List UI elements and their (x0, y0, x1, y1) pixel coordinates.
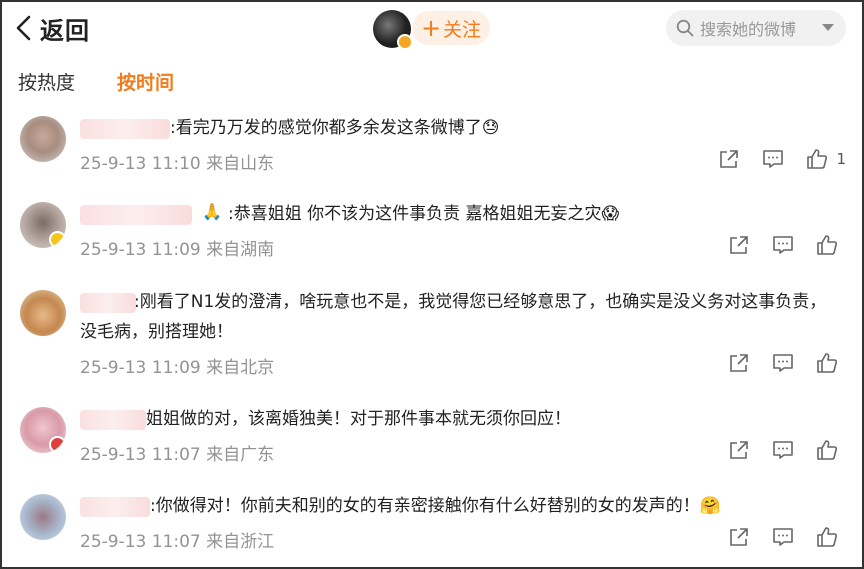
search-icon (676, 19, 694, 37)
like-icon (817, 440, 838, 460)
username-redacted[interactable] (80, 410, 146, 430)
username-redacted[interactable] (80, 205, 192, 225)
share-button[interactable] (728, 526, 750, 548)
comment-meta: 25-9-13 11:09 来自湖南 (80, 240, 275, 260)
like-icon (817, 353, 838, 373)
comment-actions (728, 352, 846, 374)
comment-text: :恭喜姐姐 你不该为这件事负责 嘉格姐姐无妄之灾😱 (228, 204, 620, 224)
search-box[interactable]: 搜索她的微博 (666, 10, 846, 46)
share-icon (720, 150, 739, 168)
comment-meta: 25-9-13 11:07 来自广东 (80, 445, 275, 465)
like-count: 1 (836, 150, 846, 168)
comment-icon (773, 236, 793, 254)
follow-button[interactable]: + 关注 (412, 11, 490, 45)
like-button[interactable] (816, 526, 846, 548)
verified-badge-icon (49, 436, 66, 453)
comment-meta: 25-9-13 11:09 来自北京 (80, 358, 275, 378)
dropdown-caret-icon[interactable] (822, 24, 834, 31)
comment-actions (728, 439, 846, 461)
plus-icon: + (420, 14, 442, 42)
like-button[interactable] (816, 234, 846, 256)
comment-icon (763, 150, 784, 168)
share-icon (730, 354, 748, 372)
comment-icon (773, 528, 793, 546)
comment-text: :看完乃万发的感觉你都多余发这条微博了😓 (170, 118, 500, 138)
verified-badge-icon (397, 34, 413, 50)
avatar[interactable] (20, 494, 66, 540)
like-button[interactable] (816, 352, 846, 374)
verified-badge-icon (49, 231, 66, 248)
comment-icon (773, 354, 793, 372)
avatar[interactable] (20, 202, 66, 248)
back-label: 返回 (40, 16, 90, 45)
share-button[interactable] (728, 234, 750, 256)
comment-actions (728, 526, 846, 548)
profile-avatar[interactable] (373, 10, 413, 50)
back-button[interactable]: 返回 (14, 10, 90, 46)
comment-button[interactable] (772, 526, 794, 548)
username-redacted[interactable] (80, 119, 170, 139)
avatar[interactable] (20, 407, 66, 453)
share-icon (730, 528, 748, 546)
comment-button[interactable] (762, 148, 784, 170)
comment-button[interactable] (772, 352, 794, 374)
prefix-emoji: 🙏 (202, 202, 222, 221)
comment-meta: 25-9-13 11:07 来自浙江 (80, 532, 275, 552)
comment-icon (773, 441, 793, 459)
like-button[interactable]: 1 (806, 148, 846, 170)
like-icon (807, 149, 828, 169)
avatar[interactable] (20, 290, 66, 336)
username-redacted[interactable] (80, 497, 150, 517)
follow-label: 关注 (443, 18, 482, 41)
comment-actions (728, 234, 846, 256)
share-button[interactable] (718, 148, 740, 170)
avatar[interactable] (20, 116, 66, 162)
back-chevron-icon (16, 15, 31, 41)
comment-actions: 1 (718, 148, 846, 170)
share-button[interactable] (728, 439, 750, 461)
like-icon (817, 527, 838, 547)
like-icon (817, 235, 838, 255)
comment-text: 姐姐做的对，该离婚独美！对于那件事本就无须你回应！ (146, 409, 571, 429)
comment-button[interactable] (772, 234, 794, 256)
like-button[interactable] (816, 439, 846, 461)
share-icon (730, 441, 748, 459)
comment-text: :你做得对！你前夫和别的女的有亲密接触你有什么好替别的女的发声的！🤗 (150, 496, 721, 516)
share-button[interactable] (728, 352, 750, 374)
comment-text: :刚看了N1发的澄清，啥玩意也不是，我觉得您已经够意思了，也确实是没义务对这事负… (80, 292, 827, 342)
tab-sort-time[interactable]: 按时间 (117, 68, 174, 95)
comment-button[interactable] (772, 439, 794, 461)
share-icon (730, 236, 748, 254)
search-placeholder: 搜索她的微博 (700, 20, 797, 39)
comment-meta: 25-9-13 11:10 来自山东 (80, 154, 275, 174)
tab-sort-hot[interactable]: 按热度 (18, 68, 75, 95)
